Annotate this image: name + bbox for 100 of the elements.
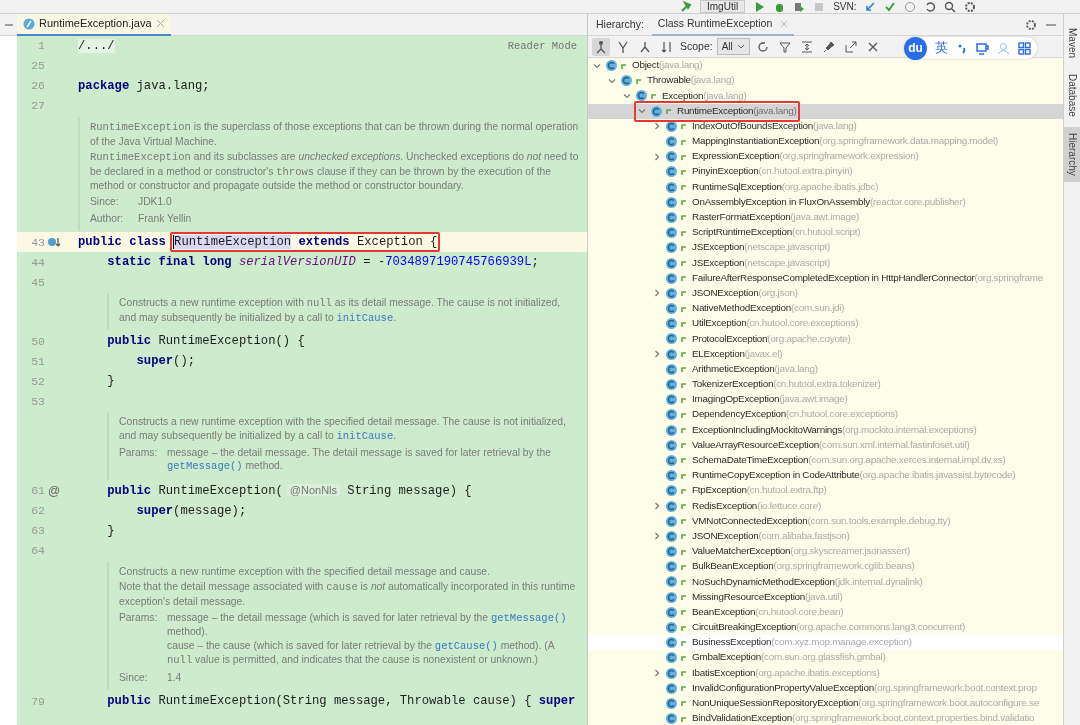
editor-tab[interactable]: RuntimeException.java <box>17 13 171 36</box>
tree-item[interactable]: JSONException(com.alibaba.fastjson) <box>588 528 1063 544</box>
side-tab[interactable]: Maven <box>1064 22 1080 64</box>
sort-icon[interactable] <box>660 39 674 54</box>
expand-all-icon[interactable] <box>799 39 814 54</box>
tree-item[interactable]: ScriptRuntimeException(cn.hutool.script) <box>588 225 1063 241</box>
pin-icon[interactable] <box>821 39 836 54</box>
tree-item[interactable]: UtilException(cn.hutool.core.exceptions) <box>588 316 1063 332</box>
code-line: super(); <box>135 353 196 371</box>
tree-item[interactable]: TokenizerException(cn.hutool.extra.tokenizer) <box>588 376 1063 393</box>
tree-item[interactable]: ExceptionIncludingMockitoWarnings(org.mockito.internal.exceptions) <box>588 422 1063 438</box>
tree-item[interactable]: CircuitBreakingException(org.apache.commons.lang3.concurrent) <box>588 619 1063 636</box>
class-icon <box>665 180 678 194</box>
filter-icon[interactable] <box>777 39 792 54</box>
update-icon[interactable] <box>864 0 877 13</box>
tree-item[interactable]: MissingResourceException(java.util) <box>588 589 1063 605</box>
punctuation-icon[interactable] <box>956 42 968 54</box>
tree-item[interactable]: ExpressionException(org.springframework.expression) <box>588 149 1063 165</box>
settings-icon[interactable] <box>964 0 977 13</box>
ime-mode-toggle[interactable]: 英 <box>935 38 948 58</box>
tree-item[interactable]: BulkBeanException(org.springframework.cglib.beans) <box>588 559 1063 575</box>
tree-item[interactable]: JSException(netscape.javascript) <box>588 255 1063 271</box>
panel-title: Hierarchy: <box>596 16 644 32</box>
hammer-icon[interactable] <box>680 0 692 13</box>
tree-item[interactable]: IbatisException(org.apache.ibatis.exceptions) <box>588 665 1063 681</box>
tree-item[interactable]: ELException(javax.el) <box>588 346 1063 362</box>
tree-item[interactable]: PinyinException(cn.hutool.extra.pinyin) <box>588 164 1063 180</box>
grid-icon[interactable] <box>1018 41 1031 55</box>
tree-item[interactable]: JSONException(org.json) <box>588 285 1063 301</box>
tree-item[interactable]: VMNotConnectedException(com.sun.tools.example.debug.tty) <box>588 513 1063 529</box>
tree-item[interactable]: FtpException(cn.hutool.extra.ftp) <box>588 483 1063 499</box>
chevron-right-icon[interactable] <box>652 668 662 679</box>
search-icon[interactable] <box>944 0 957 13</box>
tree-item[interactable]: RuntimeSqlException(org.apache.ibatis.jdbc) <box>588 179 1063 195</box>
tree-item[interactable]: ArithmeticException(java.lang) <box>588 361 1063 377</box>
class-icon <box>665 317 678 331</box>
tree-item[interactable]: BindValidationException(org.springframework.boot.context.properties.bind.validatio <box>588 711 1063 725</box>
line-number: 44 <box>30 254 45 271</box>
tree-item[interactable]: BusinessException(com.xyz.mop.manage.exception) <box>588 635 1063 651</box>
class-icon <box>665 545 678 559</box>
chevron-right-icon[interactable] <box>652 288 662 299</box>
tree-item[interactable]: JSException(netscape.javascript) <box>588 240 1063 256</box>
coverage-icon[interactable] <box>793 0 806 13</box>
subtypes-icon[interactable] <box>638 39 652 54</box>
chevron-right-icon[interactable] <box>652 531 662 542</box>
line-number: 62 <box>30 503 45 520</box>
class-icon <box>665 575 678 589</box>
class-icon <box>665 499 678 513</box>
class-icon <box>665 514 678 528</box>
tree-item[interactable]: RedisException(io.lettuce.core) <box>588 498 1063 514</box>
run-config-dropdown[interactable]: ImgUtil <box>700 0 746 13</box>
tree-item[interactable]: DependencyException(cn.hutool.core.exceptions) <box>588 407 1063 423</box>
tree-item[interactable]: NativeMethodException(com.sun.jdi) <box>588 301 1063 317</box>
chevron-right-icon[interactable] <box>652 121 662 132</box>
doc-link[interactable]: getCause() <box>434 639 498 652</box>
tree-item[interactable]: ProtocolException(org.apache.coyote) <box>588 331 1063 347</box>
annotation-marker[interactable]: @ <box>47 481 61 500</box>
side-tab[interactable]: Hierarchy <box>1064 126 1080 182</box>
line-number: 25 <box>30 58 45 75</box>
tree-item[interactable]: Throwable(java.lang) <box>588 73 1063 89</box>
tree-item[interactable]: ValueMatcherException(org.skyscreamer.jsonassert) <box>588 544 1063 560</box>
refresh-icon[interactable] <box>755 39 770 54</box>
class-icon <box>665 210 678 224</box>
tree-item[interactable]: RuntimeCopyException in CodeAttribute(org.apache.ibatis.javassist.bytecode) <box>588 468 1063 484</box>
tree-item[interactable]: Object(java.lang) <box>588 58 1063 74</box>
tree-item[interactable]: IndexOutOfBoundsException(java.lang) <box>588 118 1063 134</box>
tree-item[interactable]: SchemaDateTimeException(com.sun.org.apache.xerces.internal.impl.dv.xs) <box>588 452 1063 469</box>
tree-item[interactable]: MappingInstantiationException(org.springframework.data.mapping.model) <box>588 133 1063 150</box>
chevron-right-icon[interactable] <box>652 151 662 162</box>
export-icon[interactable] <box>843 39 858 54</box>
doc-link[interactable]: getMessage() <box>167 460 243 473</box>
tree-item[interactable]: OnAssemblyException in FluxOnAssembly(reactor.core.publisher) <box>588 194 1063 210</box>
side-tab[interactable]: Database <box>1064 68 1080 123</box>
doc-text: Note that the detail message associated with cause is not automatically incorporated in this runtime exception's detail message. <box>119 580 577 609</box>
revert-icon[interactable] <box>924 0 937 13</box>
tree-item[interactable]: GmbalException(com.sun.org.glassfish.gmbal) <box>588 650 1063 666</box>
tree-item[interactable]: NoSuchDynamicMethodException(jdk.internal.dynalink) <box>588 574 1063 590</box>
history-icon[interactable] <box>904 0 917 13</box>
tree-item[interactable]: RuntimeException(java.lang) <box>588 103 1063 119</box>
chevron-right-icon[interactable] <box>652 349 662 360</box>
doc-text: RuntimeException and its subclasses are unchecked exceptions. Unchecked exceptions do not need to be declared in a method or constructor's throws clause if they can be thrown by the execution of the method or constructor and propagate outside the method or constructor boundary. <box>90 150 579 193</box>
tree-item[interactable]: NonUniqueSessionRepositoryException(org.springframework.boot.autoconfigure.se <box>588 695 1063 712</box>
scope-dropdown[interactable]: All <box>716 38 750 55</box>
doc-link[interactable]: getMessage() <box>490 611 567 624</box>
line-number: 43 <box>30 234 45 251</box>
class-icon <box>665 484 678 498</box>
tree-item[interactable]: InvalidConfigurationPropertyValueException(org.springframework.boot.context.prop <box>588 680 1063 696</box>
tree-item[interactable]: RasterFormatException(java.awt.image) <box>588 209 1063 226</box>
tree-item[interactable]: Exception(java.lang) <box>588 88 1063 104</box>
type-hierarchy-icon[interactable] <box>594 39 608 54</box>
settings-icon[interactable] <box>1025 18 1037 31</box>
chevron-right-icon[interactable] <box>652 501 662 512</box>
tree-item[interactable]: FailureAfterResponseCompletedException in HttpHandlerConnector(org.springframe <box>588 270 1063 286</box>
tree-item[interactable]: BeanException(cn.hutool.core.bean) <box>588 604 1063 620</box>
tree-item[interactable]: ImagingOpException(java.awt.image) <box>588 392 1063 408</box>
tree-item[interactable]: ValueArrayResourceException(com.sun.xml.internal.fastinfoset.util) <box>588 437 1063 453</box>
override-icon[interactable] <box>47 236 61 249</box>
reader-mode-link[interactable]: Reader Mode <box>507 39 577 55</box>
check-icon[interactable] <box>884 0 897 13</box>
supertypes-icon[interactable] <box>616 39 630 54</box>
